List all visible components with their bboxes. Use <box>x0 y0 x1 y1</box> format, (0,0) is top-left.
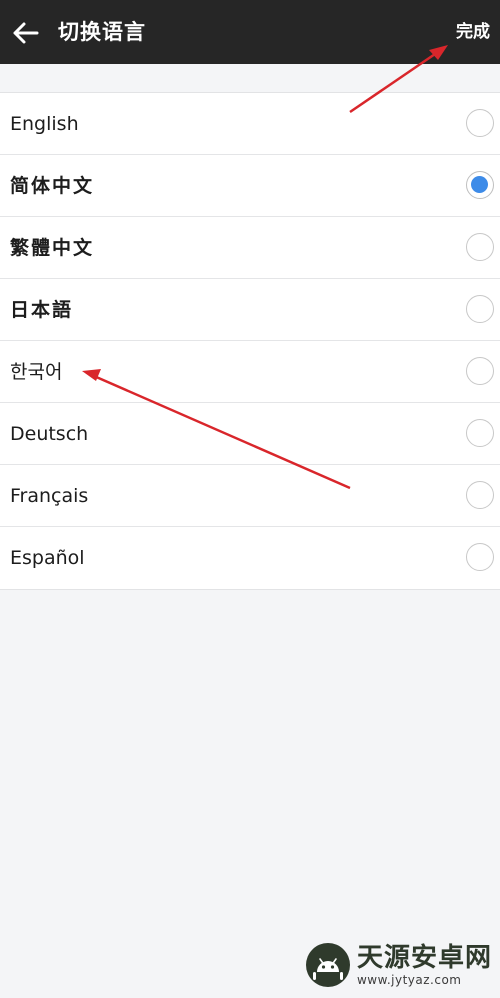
radio-button[interactable] <box>466 109 494 137</box>
language-label: Español <box>10 547 85 569</box>
done-button[interactable]: 完成 <box>456 19 490 45</box>
language-label: 简体中文 <box>10 175 95 197</box>
language-label: 한국어 <box>10 361 63 383</box>
watermark: 天源安卓网 www.jytyaz.com <box>305 942 492 988</box>
language-label: 日本語 <box>10 299 74 321</box>
language-row-french[interactable]: Français <box>0 465 500 527</box>
language-label: English <box>10 113 79 135</box>
radio-button[interactable] <box>466 419 494 447</box>
page-title: 切换语言 <box>58 19 146 44</box>
back-button[interactable] <box>8 16 42 50</box>
language-row-spanish[interactable]: Español <box>0 527 500 589</box>
radio-button[interactable] <box>466 357 494 385</box>
radio-button[interactable] <box>466 233 494 261</box>
watermark-name: 天源安卓网 <box>356 943 492 973</box>
arrow-left-icon <box>13 22 39 44</box>
radio-button[interactable] <box>466 543 494 571</box>
language-row-english[interactable]: English <box>0 93 500 155</box>
language-row-korean[interactable]: 한국어 <box>0 341 500 403</box>
radio-button[interactable] <box>466 481 494 509</box>
language-label: Français <box>10 485 89 507</box>
language-row-german[interactable]: Deutsch <box>0 403 500 465</box>
language-label: 繁體中文 <box>10 237 95 259</box>
top-bar: 切换语言 完成 <box>0 0 500 64</box>
language-row-japanese[interactable]: 日本語 <box>0 279 500 341</box>
watermark-url: www.jytyaz.com <box>356 973 462 987</box>
android-logo-icon <box>305 943 350 987</box>
language-list: English 简体中文 繁體中文 日本語 한국어 Deutsch França… <box>0 92 500 590</box>
language-label: Deutsch <box>10 423 89 445</box>
language-row-traditional-chinese[interactable]: 繁體中文 <box>0 217 500 279</box>
radio-button-selected[interactable] <box>466 171 494 199</box>
watermark-text: 天源安卓网 www.jytyaz.com <box>357 943 492 987</box>
radio-button[interactable] <box>466 295 494 323</box>
language-row-simplified-chinese[interactable]: 简体中文 <box>0 155 500 217</box>
